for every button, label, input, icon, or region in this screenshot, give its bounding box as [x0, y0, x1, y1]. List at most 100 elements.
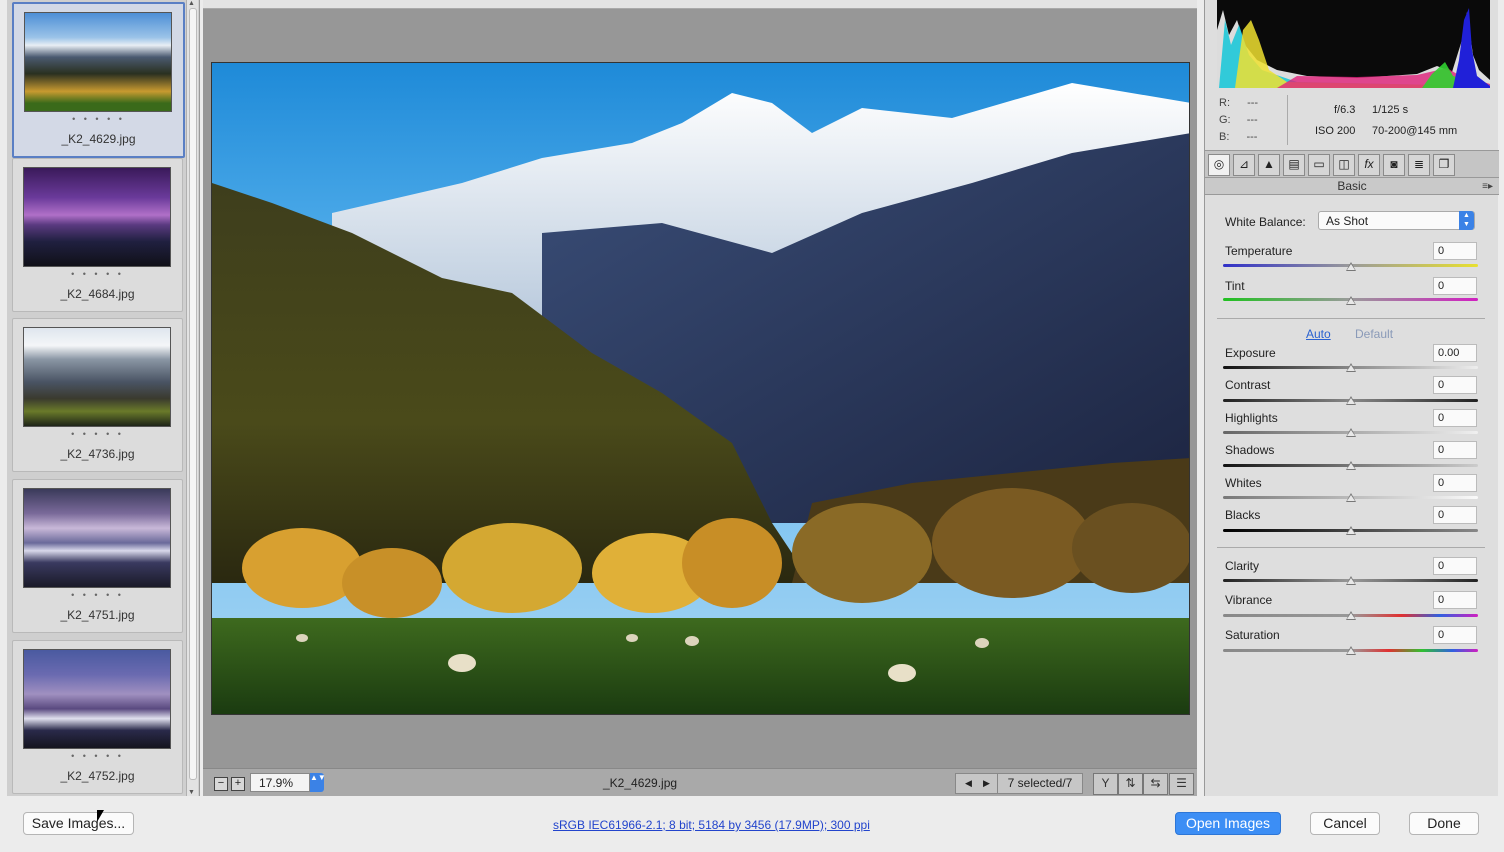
- clarity-value[interactable]: 0: [1433, 557, 1477, 575]
- whites-thumb[interactable]: [1345, 493, 1356, 502]
- vibrance-value[interactable]: 0: [1433, 591, 1477, 609]
- aperture-value: f/6.3: [1334, 104, 1356, 116]
- rating-dots[interactable]: • • • • •: [13, 590, 182, 600]
- tint-value[interactable]: 0: [1433, 277, 1477, 295]
- saturation-value[interactable]: 0: [1433, 626, 1477, 644]
- whites-value[interactable]: 0: [1433, 474, 1477, 492]
- mountain-landscape-image: [212, 63, 1189, 714]
- white-balance-label: White Balance:: [1225, 215, 1306, 229]
- snapshots-icon[interactable]: ❐: [1433, 154, 1455, 176]
- zoom-out-button[interactable]: −: [214, 777, 228, 791]
- thumbnail-card-3[interactable]: • • • • • _K2_4736.jpg: [12, 318, 183, 472]
- exposure-thumb[interactable]: [1345, 363, 1356, 372]
- scrollbar-thumb[interactable]: [189, 8, 197, 780]
- auto-link[interactable]: Auto: [1306, 327, 1331, 341]
- previous-image-icon[interactable]: ◀: [965, 774, 972, 792]
- hsl-icon[interactable]: ▤: [1283, 154, 1305, 176]
- shadows-thumb[interactable]: [1345, 461, 1356, 470]
- blacks-thumb[interactable]: [1345, 526, 1356, 535]
- toggle-view-icon[interactable]: ☰: [1169, 773, 1194, 795]
- image-nav: ◀ ▶: [955, 773, 999, 794]
- contrast-value[interactable]: 0: [1433, 376, 1477, 394]
- lens-corrections-icon[interactable]: ◫: [1333, 154, 1355, 176]
- chevron-updown-icon[interactable]: ▲ ▼: [1459, 211, 1474, 230]
- blacks-value[interactable]: 0: [1433, 506, 1477, 524]
- presets-icon[interactable]: ≣: [1408, 154, 1430, 176]
- white-balance-select[interactable]: As Shot ▲ ▼: [1318, 211, 1475, 230]
- divider: [1217, 318, 1485, 319]
- detail-icon[interactable]: ▲: [1258, 154, 1280, 176]
- saturation-thumb[interactable]: [1345, 646, 1356, 655]
- thumbnail-filename: _K2_4736.jpg: [60, 447, 135, 461]
- temperature-thumb[interactable]: [1345, 262, 1356, 271]
- r-label: R:: [1219, 97, 1230, 109]
- next-image-icon[interactable]: ▶: [983, 774, 990, 792]
- done-button[interactable]: Done: [1409, 812, 1479, 835]
- white-balance-value: As Shot: [1326, 214, 1369, 228]
- camera-calibration-icon[interactable]: ◙: [1383, 154, 1405, 176]
- thumbnail-filename: _K2_4751.jpg: [60, 608, 135, 622]
- filter-icon[interactable]: Y: [1093, 773, 1118, 795]
- panel-tabs: ◎ ⊿ ▲ ▤ ▭ ◫ fx ◙ ≣ ❐: [1205, 150, 1499, 178]
- save-images-button[interactable]: Save Images...: [23, 812, 134, 835]
- g-label: G:: [1219, 114, 1231, 126]
- contrast-thumb[interactable]: [1345, 396, 1356, 405]
- zoom-level-field[interactable]: 17.9%: [250, 773, 310, 792]
- adjustment-panel: R: --- G: --- B: --- f/6.3 1/125 s ISO 2…: [1204, 0, 1499, 796]
- thumbnail-card-4[interactable]: • • • • • _K2_4751.jpg: [12, 479, 183, 633]
- histogram-graph: [1217, 8, 1490, 88]
- thumbnail-image: [23, 327, 171, 427]
- zoom-in-button[interactable]: +: [231, 777, 245, 791]
- cancel-button[interactable]: Cancel: [1310, 812, 1380, 835]
- rating-dots[interactable]: • • • • •: [13, 429, 182, 439]
- current-filename: _K2_4629.jpg: [603, 776, 678, 790]
- temperature-value[interactable]: 0: [1433, 242, 1477, 260]
- vibrance-label: Vibrance: [1225, 593, 1273, 607]
- effects-icon[interactable]: fx: [1358, 154, 1380, 176]
- aperture-icon[interactable]: ◎: [1208, 154, 1230, 176]
- contrast-label: Contrast: [1225, 378, 1271, 392]
- vibrance-thumb[interactable]: [1345, 611, 1356, 620]
- tint-label: Tint: [1225, 279, 1245, 293]
- swap-settings-icon[interactable]: ⇆: [1143, 773, 1168, 795]
- b-label: B:: [1219, 131, 1230, 143]
- scroll-down-icon[interactable]: ▼: [188, 789, 195, 796]
- highlights-thumb[interactable]: [1345, 428, 1356, 437]
- highlights-value[interactable]: 0: [1433, 409, 1477, 427]
- top-toolbar[interactable]: [203, 0, 1197, 9]
- default-link[interactable]: Default: [1355, 327, 1393, 341]
- exposure-value[interactable]: 0.00: [1433, 344, 1477, 362]
- rating-dots[interactable]: • • • • •: [13, 751, 182, 761]
- thumbnail-card-5[interactable]: • • • • • _K2_4752.jpg: [12, 640, 183, 794]
- rating-dots[interactable]: • • • • •: [13, 269, 182, 279]
- shadows-value[interactable]: 0: [1433, 441, 1477, 459]
- thumbnail-card-1[interactable]: • • • • • _K2_4629.jpg: [12, 2, 185, 158]
- workflow-options-link[interactable]: sRGB IEC61966-2.1; 8 bit; 5184 by 3456 (…: [553, 818, 870, 832]
- zoom-stepper-icon[interactable]: ▲▼: [310, 773, 326, 792]
- shadows-label: Shadows: [1225, 443, 1275, 457]
- clarity-thumb[interactable]: [1345, 576, 1356, 585]
- mouse-cursor-icon: [97, 810, 104, 822]
- before-after-icon[interactable]: ⇅: [1118, 773, 1143, 795]
- thumbnail-image: [23, 488, 171, 588]
- saturation-label: Saturation: [1225, 628, 1280, 642]
- tone-curve-icon[interactable]: ⊿: [1233, 154, 1255, 176]
- section-title: Basic: [1337, 179, 1367, 193]
- thumbnail-card-2[interactable]: • • • • • _K2_4684.jpg: [12, 158, 183, 312]
- main-photo[interactable]: [211, 62, 1190, 715]
- split-toning-icon[interactable]: ▭: [1308, 154, 1330, 176]
- highlights-label: Highlights: [1225, 411, 1278, 425]
- r-value: ---: [1247, 97, 1259, 109]
- blacks-label: Blacks: [1225, 508, 1261, 522]
- exif-info: f/6.3 1/125 s ISO 200 70-200@145 mm: [1287, 95, 1487, 145]
- rating-dots[interactable]: • • • • •: [14, 114, 183, 124]
- scroll-up-icon[interactable]: ▲: [188, 0, 195, 7]
- panel-menu-icon[interactable]: ≡▸: [1482, 178, 1493, 195]
- histogram: [1217, 0, 1490, 88]
- iso-value: ISO 200: [1315, 125, 1356, 137]
- g-value: ---: [1246, 114, 1258, 126]
- lens-value: 70-200@145 mm: [1372, 125, 1458, 137]
- tint-thumb[interactable]: [1345, 296, 1356, 305]
- open-images-button[interactable]: Open Images: [1175, 812, 1281, 835]
- filmstrip-scrollbar[interactable]: ▲ ▼: [186, 0, 198, 796]
